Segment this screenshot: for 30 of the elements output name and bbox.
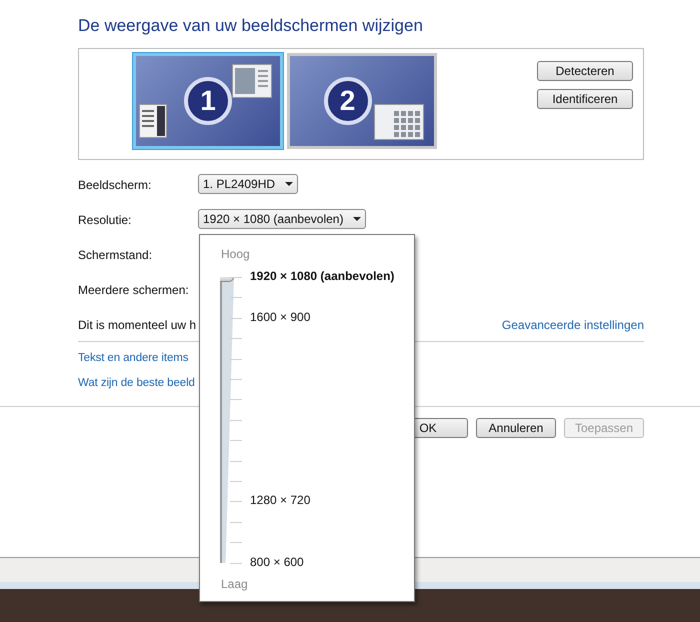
field-label: Beeldscherm: <box>78 178 152 192</box>
side-button[interactable]: Detecteren <box>537 61 633 81</box>
field-label: Schermstand: <box>78 248 154 262</box>
high-label: Hoog <box>221 247 250 261</box>
low-label: Laag <box>221 577 248 591</box>
caret-icon <box>285 182 294 186</box>
dialog-button[interactable]: Annuleren <box>476 418 556 438</box>
help-link[interactable]: Tekst en andere items <box>78 352 188 364</box>
help-link[interactable]: Wat zijn de beste beeld <box>78 377 195 389</box>
resolution-option[interactable]: 1600 × 900 <box>250 310 310 324</box>
monitor-tile[interactable]: 2 <box>287 53 437 149</box>
caret-icon <box>353 217 362 221</box>
field-label: Resolutie: <box>78 213 132 227</box>
dropdown[interactable]: 1. PL2409HD <box>198 174 298 194</box>
resolution-option[interactable]: 1920 × 1080 (aanbevolen) <box>250 269 394 283</box>
dropdown[interactable]: 1920 × 1080 (aanbevolen) <box>198 209 366 229</box>
slider-track[interactable] <box>220 277 234 563</box>
monitor-number: 1 <box>184 77 232 125</box>
page-title: De weergave van uw beeldschermen wijzigen <box>78 16 424 36</box>
resolution-option[interactable]: 800 × 600 <box>250 554 304 569</box>
monitor-number: 2 <box>324 77 372 125</box>
advanced-settings-link[interactable]: Geavanceerde instellingen <box>502 318 644 332</box>
info-text: Dit is momenteel uw h <box>78 318 196 332</box>
side-button[interactable]: Identificeren <box>537 89 633 109</box>
field-label: Meerdere schermen: <box>78 283 190 297</box>
window-icon <box>232 64 272 98</box>
resolution-option[interactable]: 1280 × 720 <box>250 493 310 508</box>
calendar-window-icon <box>374 104 424 140</box>
window-icon <box>139 104 167 138</box>
monitor-tile[interactable]: 1 <box>133 53 283 149</box>
